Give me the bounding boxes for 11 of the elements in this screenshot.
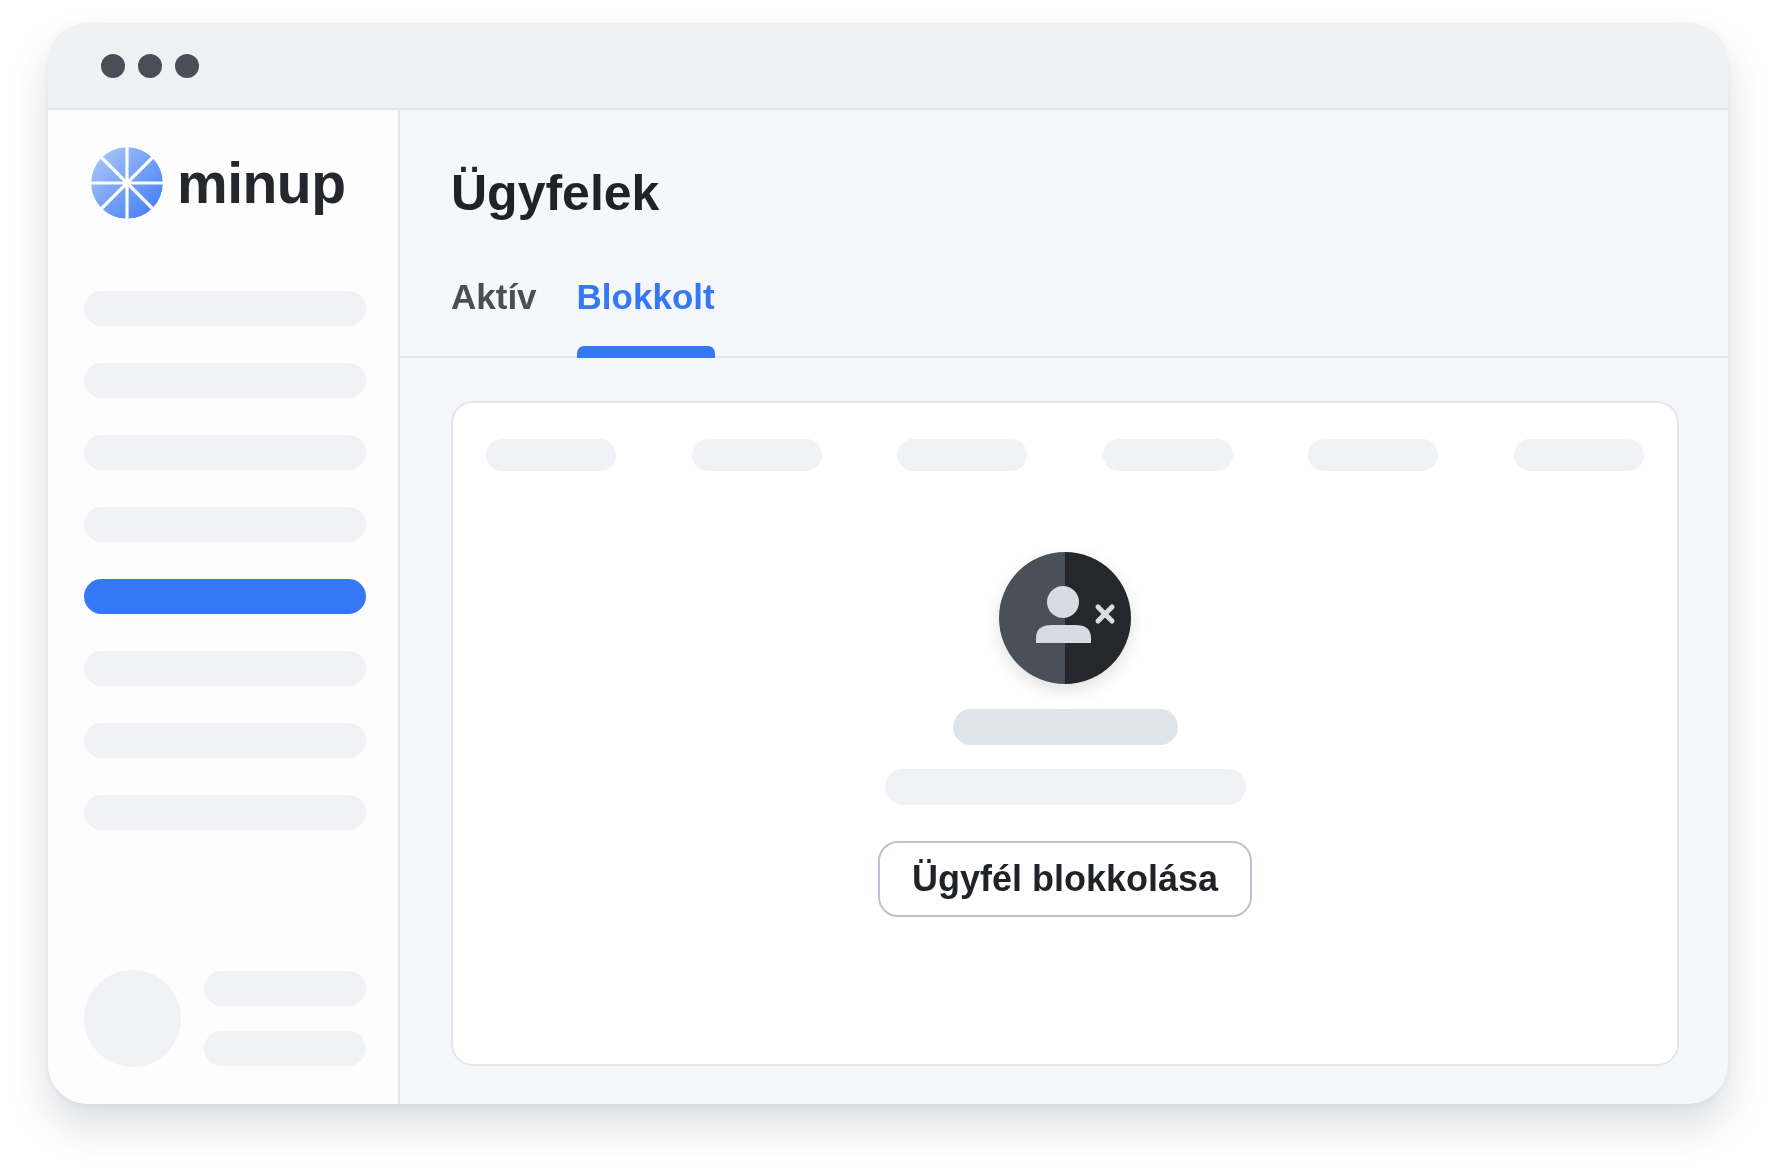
page-title: Ügyfelek — [451, 164, 660, 223]
nav-placeholder-bar[interactable] — [84, 579, 366, 614]
tab[interactable]: Blokkolt — [576, 275, 715, 358]
logo-icon — [91, 147, 163, 219]
block-customer-button[interactable]: Ügyfél blokkolása — [877, 841, 1253, 917]
logo-text: minup — [177, 150, 346, 217]
window-dot-icon[interactable] — [175, 53, 199, 78]
window-dot-icon[interactable] — [101, 53, 125, 78]
window-dot-icon[interactable] — [138, 53, 162, 78]
user-remove-icon — [999, 552, 1131, 684]
tab[interactable]: Aktív — [451, 275, 537, 358]
